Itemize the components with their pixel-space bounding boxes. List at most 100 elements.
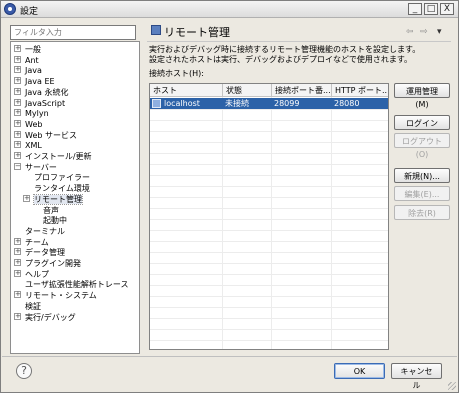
collapse-icon[interactable]: − <box>14 162 21 170</box>
expand-icon[interactable]: + <box>14 98 21 106</box>
view-menu-icon[interactable]: ▾ <box>437 27 442 37</box>
row-gridline <box>150 230 388 231</box>
server-icon <box>152 99 161 108</box>
expand-icon[interactable]: + <box>14 237 21 245</box>
expand-icon[interactable]: + <box>14 66 21 74</box>
table-row[interactable]: localhost 未接続 28099 28080 <box>150 98 388 109</box>
ok-button[interactable]: OK <box>334 363 385 379</box>
tree-item[interactable]: + リモート・システム <box>14 290 97 301</box>
expand-icon[interactable]: + <box>23 194 30 202</box>
column-header-http-port[interactable]: HTTP ポート... <box>332 85 388 96</box>
tree-item-label: Ant <box>25 55 39 65</box>
tree-item[interactable]: 検証 <box>14 301 41 312</box>
tree-item[interactable]: + リモート管理 <box>23 193 83 205</box>
tree-item[interactable]: + Java <box>14 65 42 76</box>
window-title: 設定 <box>20 7 39 17</box>
expand-icon[interactable]: + <box>14 77 21 85</box>
tree-item[interactable]: プロファイラー <box>23 172 90 183</box>
tree-item[interactable]: + インストール/更新 <box>14 151 92 162</box>
cancel-button[interactable]: キャンセル <box>391 363 442 390</box>
tree-item[interactable]: + ヘルプ <box>14 269 49 280</box>
resize-grip[interactable] <box>448 382 456 390</box>
row-gridline <box>150 186 388 187</box>
row-gridline <box>150 153 388 154</box>
expand-icon[interactable]: + <box>14 141 21 149</box>
tree-item[interactable]: + Java EE <box>14 76 55 87</box>
column-header-connect-port[interactable]: 接続ポート番... <box>272 85 331 96</box>
tree-item[interactable]: + データ管理 <box>14 247 65 258</box>
expand-icon[interactable]: + <box>14 248 21 256</box>
tree-item-label: 検証 <box>25 301 41 311</box>
forward-arrow-icon[interactable]: ⇨ <box>420 27 428 37</box>
row-gridline <box>150 318 388 319</box>
row-gridline <box>150 131 388 132</box>
expand-icon[interactable]: + <box>14 130 21 138</box>
tree-item[interactable]: + チーム <box>14 237 49 248</box>
preference-tree[interactable]: + 一般 + Ant + Java + Java EE + Java 永続化 + JavaScript… <box>10 41 140 354</box>
close-button[interactable]: X <box>440 3 454 15</box>
expand-icon[interactable]: + <box>14 291 21 299</box>
tree-item[interactable]: + Java 永続化 <box>14 87 68 98</box>
row-gridline <box>150 296 388 297</box>
tree-item[interactable]: 音声 <box>32 205 59 216</box>
column-header-host[interactable]: ホスト <box>150 85 222 96</box>
title-bar: 設定 _ □ X <box>1 1 458 18</box>
manage-button[interactable]: 運用管理(M) <box>394 83 450 109</box>
row-gridline <box>150 175 388 176</box>
logout-button[interactable]: ログアウト(O) <box>394 133 450 159</box>
new-button[interactable]: 新規(N)... <box>394 168 450 183</box>
maximize-button[interactable]: □ <box>424 3 438 15</box>
back-arrow-icon[interactable]: ⇦ <box>406 27 414 37</box>
cell-status: 未接続 <box>225 99 249 108</box>
row-gridline <box>150 142 388 143</box>
column-gridline <box>271 97 272 349</box>
eclipse-icon <box>4 3 16 15</box>
tree-item-label: リモート管理 <box>33 193 83 205</box>
row-gridline <box>150 197 388 198</box>
filter-input[interactable] <box>10 25 136 40</box>
expand-icon[interactable]: + <box>14 259 21 266</box>
tree-item[interactable]: 起動中 <box>32 215 67 226</box>
tree-item[interactable]: ターミナル <box>14 226 65 237</box>
page-title: リモート管理 <box>164 26 230 39</box>
tree-item[interactable]: + プラグイン開発 <box>14 258 81 269</box>
expand-icon[interactable]: + <box>14 312 21 320</box>
tree-item[interactable]: + 一般 <box>14 44 41 55</box>
expand-icon[interactable]: + <box>14 119 21 127</box>
tree-item[interactable]: + JavaScript <box>14 98 65 109</box>
expand-icon[interactable]: + <box>14 55 21 63</box>
row-gridline <box>150 208 388 209</box>
edit-button[interactable]: 編集(E)... <box>394 186 450 201</box>
login-button[interactable]: ログイン(I)... <box>394 115 450 141</box>
expand-icon[interactable]: + <box>14 269 21 277</box>
minimize-button[interactable]: _ <box>408 3 422 15</box>
tree-item-label: Web <box>25 119 43 129</box>
help-icon[interactable]: ? <box>16 363 32 379</box>
footer-divider <box>2 356 457 357</box>
tree-item-label: データ管理 <box>25 248 65 258</box>
expand-icon[interactable]: + <box>14 87 21 95</box>
expand-icon[interactable]: + <box>14 109 21 117</box>
tree-item[interactable]: − サーバー <box>14 162 57 173</box>
tree-item-label: サーバー <box>25 162 57 172</box>
tree-item[interactable]: ランタイム環境 <box>23 183 90 194</box>
tree-item[interactable]: + Web サービス <box>14 130 77 141</box>
tree-item-label: インストール/更新 <box>25 152 92 161</box>
tree-item-label: XML <box>25 141 42 151</box>
tree-item[interactable]: + XML <box>14 140 42 151</box>
hosts-label: 接続ホスト(H): <box>149 69 204 78</box>
row-gridline <box>150 252 388 253</box>
tree-item[interactable]: + Mylyn <box>14 108 49 119</box>
description-line-1: 実行およびデバッグ時に接続するリモート管理機能のホストを設定します。 <box>149 45 421 54</box>
tree-item[interactable]: + 実行/デバッグ <box>14 312 76 323</box>
tree-item-label: Java 永続化 <box>25 87 69 97</box>
tree-item[interactable]: + Ant <box>14 55 39 66</box>
tree-item[interactable]: + Web <box>14 119 42 130</box>
remove-button[interactable]: 除去(R) <box>394 205 450 220</box>
expand-icon[interactable]: + <box>14 45 21 52</box>
hosts-table[interactable]: ホスト 状態 接続ポート番... HTTP ポート... localhost 未… <box>149 83 389 350</box>
expand-icon[interactable]: + <box>14 152 21 159</box>
description-line-2: 設定されたホストは実行、デバッグおよびデプロイなどで使用されます。 <box>149 55 413 64</box>
tree-item[interactable]: ユーザ拡張性能解析トレース <box>14 279 128 290</box>
column-header-status[interactable]: 状態 <box>223 85 271 96</box>
